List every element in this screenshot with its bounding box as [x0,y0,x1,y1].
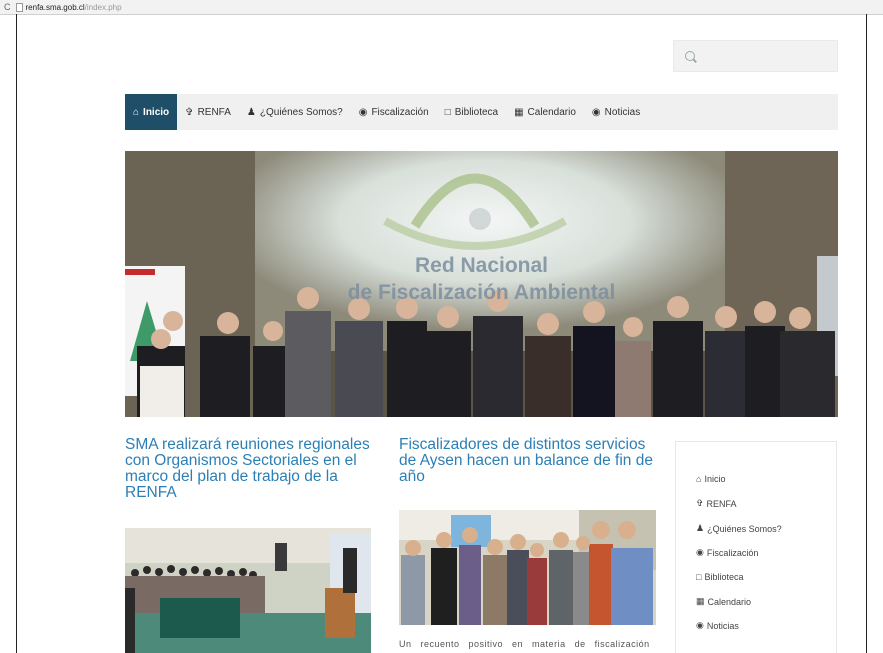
window-border-left [16,14,17,653]
article-image[interactable] [399,510,656,625]
file-icon: □ [444,106,451,118]
sidebar-item-label: Fiscalización [706,547,759,558]
hero-title-line1: Red Nacional [414,254,549,277]
sidebar-item-label: RENFA [706,498,737,509]
window-border-right [866,14,867,653]
sidebar-item-label: Calendario [707,596,752,607]
nav-label: Biblioteca [454,106,499,118]
nav-label: RENFA [197,106,231,118]
sidebar-item-inicio[interactable]: ⌂ Inicio [696,474,725,484]
sidebar-item-renfa[interactable]: ✞ RENFA [696,498,737,509]
calendar-icon: ▦ [514,106,524,118]
globe-icon: ◉ [696,620,704,630]
search-input[interactable] [700,45,834,69]
reload-icon[interactable]: C [4,2,11,12]
page-icon [15,2,23,12]
globe-icon: ◉ [591,106,601,118]
article-title[interactable]: SMA realizará reuniones regionales con O… [125,437,387,501]
home-icon: ⌂ [696,474,702,484]
search-icon[interactable] [685,51,695,61]
article-title[interactable]: Fiscalizadores de distintos servicios de… [399,437,661,485]
tree-icon: ✞ [696,498,704,508]
url-path: /index.php [84,2,122,12]
article-photo [399,510,656,625]
url-field[interactable]: C renfa.sma.gob.cl /index.php [4,1,122,13]
browser-address-bar: C renfa.sma.gob.cl /index.php [0,0,883,15]
sidebar-item-label: Biblioteca [704,572,744,582]
nav-label: ¿Quiénes Somos? [259,106,343,118]
eye-icon: ◉ [358,106,368,118]
calendar-icon: ▦ [696,596,705,606]
nav-item-renfa[interactable]: ✞ RENFA [177,94,239,130]
nav-label: Inicio [143,106,170,118]
sidebar-menu: ⌂ Inicio ✞ RENFA ♟ ¿Quiénes Somos? ◉ Fis… [675,441,837,653]
sidebar-item-label: Noticias [706,620,739,631]
hero-title-line2: de Fiscalización Ambiental [347,281,616,304]
main-nav: ⌂ Inicio ✞ RENFA ♟ ¿Quiénes Somos? ◉ Fis… [125,94,838,130]
nav-item-calendario[interactable]: ▦ Calendario [506,94,584,130]
nav-item-inicio[interactable]: ⌂ Inicio [125,94,178,130]
nav-item-noticias[interactable]: ◉ Noticias [584,94,648,130]
user-icon: ♟ [696,523,705,533]
sidebar-item-calendario[interactable]: ▦ Calendario [696,596,751,607]
home-icon: ⌂ [133,106,140,118]
search-box[interactable] [673,40,838,72]
sidebar-item-label: ¿Quiénes Somos? [707,523,782,534]
article-excerpt: Un recuento positivo en materia de fisca… [399,639,650,649]
sidebar-item-biblioteca[interactable]: □ Biblioteca [696,572,743,582]
tree-icon: ✞ [185,106,194,118]
nav-label: Fiscalización [371,106,429,118]
article-photo [125,528,371,653]
hero-banner[interactable]: Red Nacional de Fiscalización Ambiental [125,151,838,417]
sidebar-item-quienes-somos[interactable]: ♟ ¿Quiénes Somos? [696,523,782,534]
sidebar-item-fiscalizacion[interactable]: ◉ Fiscalización [696,547,758,558]
nav-item-fiscalizacion[interactable]: ◉ Fiscalización [351,94,437,130]
sidebar-item-label: Inicio [704,474,726,484]
file-icon: □ [696,572,702,582]
eye-icon: ◉ [696,547,704,557]
user-icon: ♟ [246,106,256,118]
article-image[interactable] [125,528,371,653]
nav-item-biblioteca[interactable]: □ Biblioteca [437,94,506,130]
nav-label: Calendario [527,106,576,118]
url-host: renfa.sma.gob.cl [25,2,85,12]
sidebar-item-noticias[interactable]: ◉ Noticias [696,620,739,631]
nav-item-quienes-somos[interactable]: ♟ ¿Quiénes Somos? [239,94,351,130]
nav-label: Noticias [604,106,641,118]
